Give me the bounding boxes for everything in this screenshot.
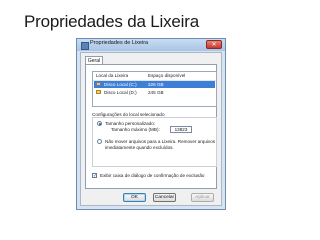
cancel-button[interactable]: Cancelar <box>153 193 176 202</box>
list-item[interactable]: Disco Local (D:) 245 GB <box>94 89 215 96</box>
dialog-title: Propriedades de Lixeira <box>90 40 149 46</box>
list-header: Local da Lixeira Espaço disponível <box>93 72 216 81</box>
drive-icon <box>96 90 101 94</box>
column-header-space[interactable]: Espaço disponível <box>148 73 185 78</box>
custom-size-label: Tamanho personalizado: <box>105 121 156 126</box>
list-item[interactable]: Disco Local (C:) 226 GB <box>94 81 215 88</box>
max-size-input[interactable]: 13823 <box>170 126 192 133</box>
tab-general[interactable]: Geral <box>85 56 103 64</box>
recycle-bin-icon <box>81 42 89 50</box>
dialog-client: Geral Local da Lixeira Espaço disponível… <box>80 52 222 206</box>
no-move-radio[interactable] <box>97 139 102 144</box>
close-button[interactable]: ✕ <box>206 40 222 49</box>
drive-space: 226 GB <box>148 82 164 87</box>
custom-size-radio[interactable] <box>97 121 102 126</box>
recycle-bin-properties-dialog: Propriedades de Lixeira ✕ Geral Local da… <box>76 38 226 210</box>
drive-space: 245 GB <box>148 90 164 95</box>
drive-name: Disco Local (D:) <box>104 90 137 95</box>
location-list[interactable]: Local da Lixeira Espaço disponível Disco… <box>92 71 217 107</box>
drive-name: Disco Local (C:) <box>104 82 137 87</box>
location-settings-group: Tamanho personalizado: Tamanho máximo (M… <box>92 117 217 167</box>
confirm-delete-checkbox[interactable]: ✓ <box>92 173 97 179</box>
apply-button[interactable]: Aplicar <box>191 193 214 202</box>
no-move-label-line1: Não mover arquivos para a Lixeira. Remov… <box>105 139 216 144</box>
ok-button[interactable]: OK <box>123 193 146 202</box>
dialog-titlebar[interactable]: Propriedades de Lixeira ✕ <box>77 39 225 51</box>
no-move-label-line2: imediatamente quando excluídos. <box>105 145 174 150</box>
max-size-label: Tamanho máximo (MB): <box>111 127 160 132</box>
hard-drive-icon <box>96 82 101 86</box>
slide-title: Propriedades da Lixeira <box>24 12 199 31</box>
confirm-delete-label: Exibir caixa de diálogo de confirmação d… <box>100 173 205 178</box>
column-header-location[interactable]: Local da Lixeira <box>96 73 128 78</box>
general-tab-panel: Local da Lixeira Espaço disponível Disco… <box>85 64 217 189</box>
